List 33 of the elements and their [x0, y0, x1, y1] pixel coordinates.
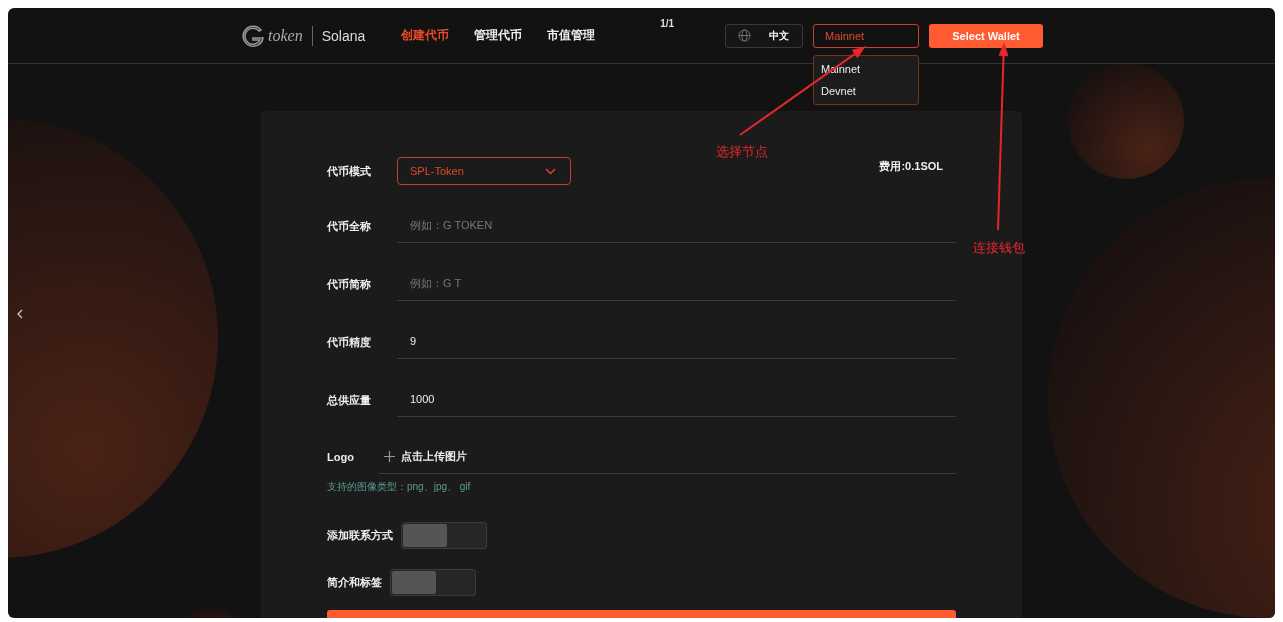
nav-link[interactable]: 管理代币 — [474, 27, 523, 44]
logo-text: token — [268, 26, 303, 45]
globe-icon — [738, 29, 751, 42]
toggle-switch[interactable] — [401, 522, 487, 549]
toggle-switch[interactable] — [390, 569, 476, 596]
language-button[interactable]: 中文 — [725, 23, 803, 48]
nav-link[interactable]: 市值管理 — [547, 27, 596, 44]
annotation-label: 连接钱包 — [973, 239, 1025, 257]
plus-icon — [384, 451, 395, 462]
toggle-label: 简介和标签 — [327, 575, 382, 590]
fee-text: 费用:0.1SOL — [879, 159, 943, 174]
upload-image-link[interactable]: 点击上传图片 — [401, 449, 467, 464]
field-label: 总供应量 — [327, 393, 372, 408]
chevron-left-icon[interactable] — [17, 309, 23, 319]
input-field[interactable]: 1000 — [397, 382, 956, 417]
dropdown-option[interactable]: Devnet — [814, 79, 918, 102]
input-field[interactable]: 例如：G TOKEN — [397, 208, 956, 243]
nav-link[interactable]: 创建代币 — [401, 27, 450, 44]
page-indicator: 1/1 — [660, 18, 675, 29]
input-field[interactable]: 例如：G T — [397, 266, 956, 301]
hint-text: 支持的图像类型：png、jpg、 gif — [327, 480, 472, 494]
logo-g-icon — [240, 22, 266, 49]
toggle-label: 添加联系方式 — [327, 528, 393, 543]
token-mode-select[interactable]: SPL-Token — [397, 157, 571, 185]
chain-name: Solana — [321, 27, 366, 44]
field-label: Logo — [327, 451, 355, 463]
field-label: 代币全称 — [327, 219, 372, 234]
field-label: 代币简称 — [327, 277, 372, 292]
chevron-down-icon — [545, 167, 556, 175]
field-label: 代币精度 — [327, 335, 372, 350]
field-label: 代币模式 — [327, 163, 372, 179]
input-field[interactable]: 9 — [397, 324, 956, 359]
annotation-label: 选择节点 — [716, 143, 768, 161]
